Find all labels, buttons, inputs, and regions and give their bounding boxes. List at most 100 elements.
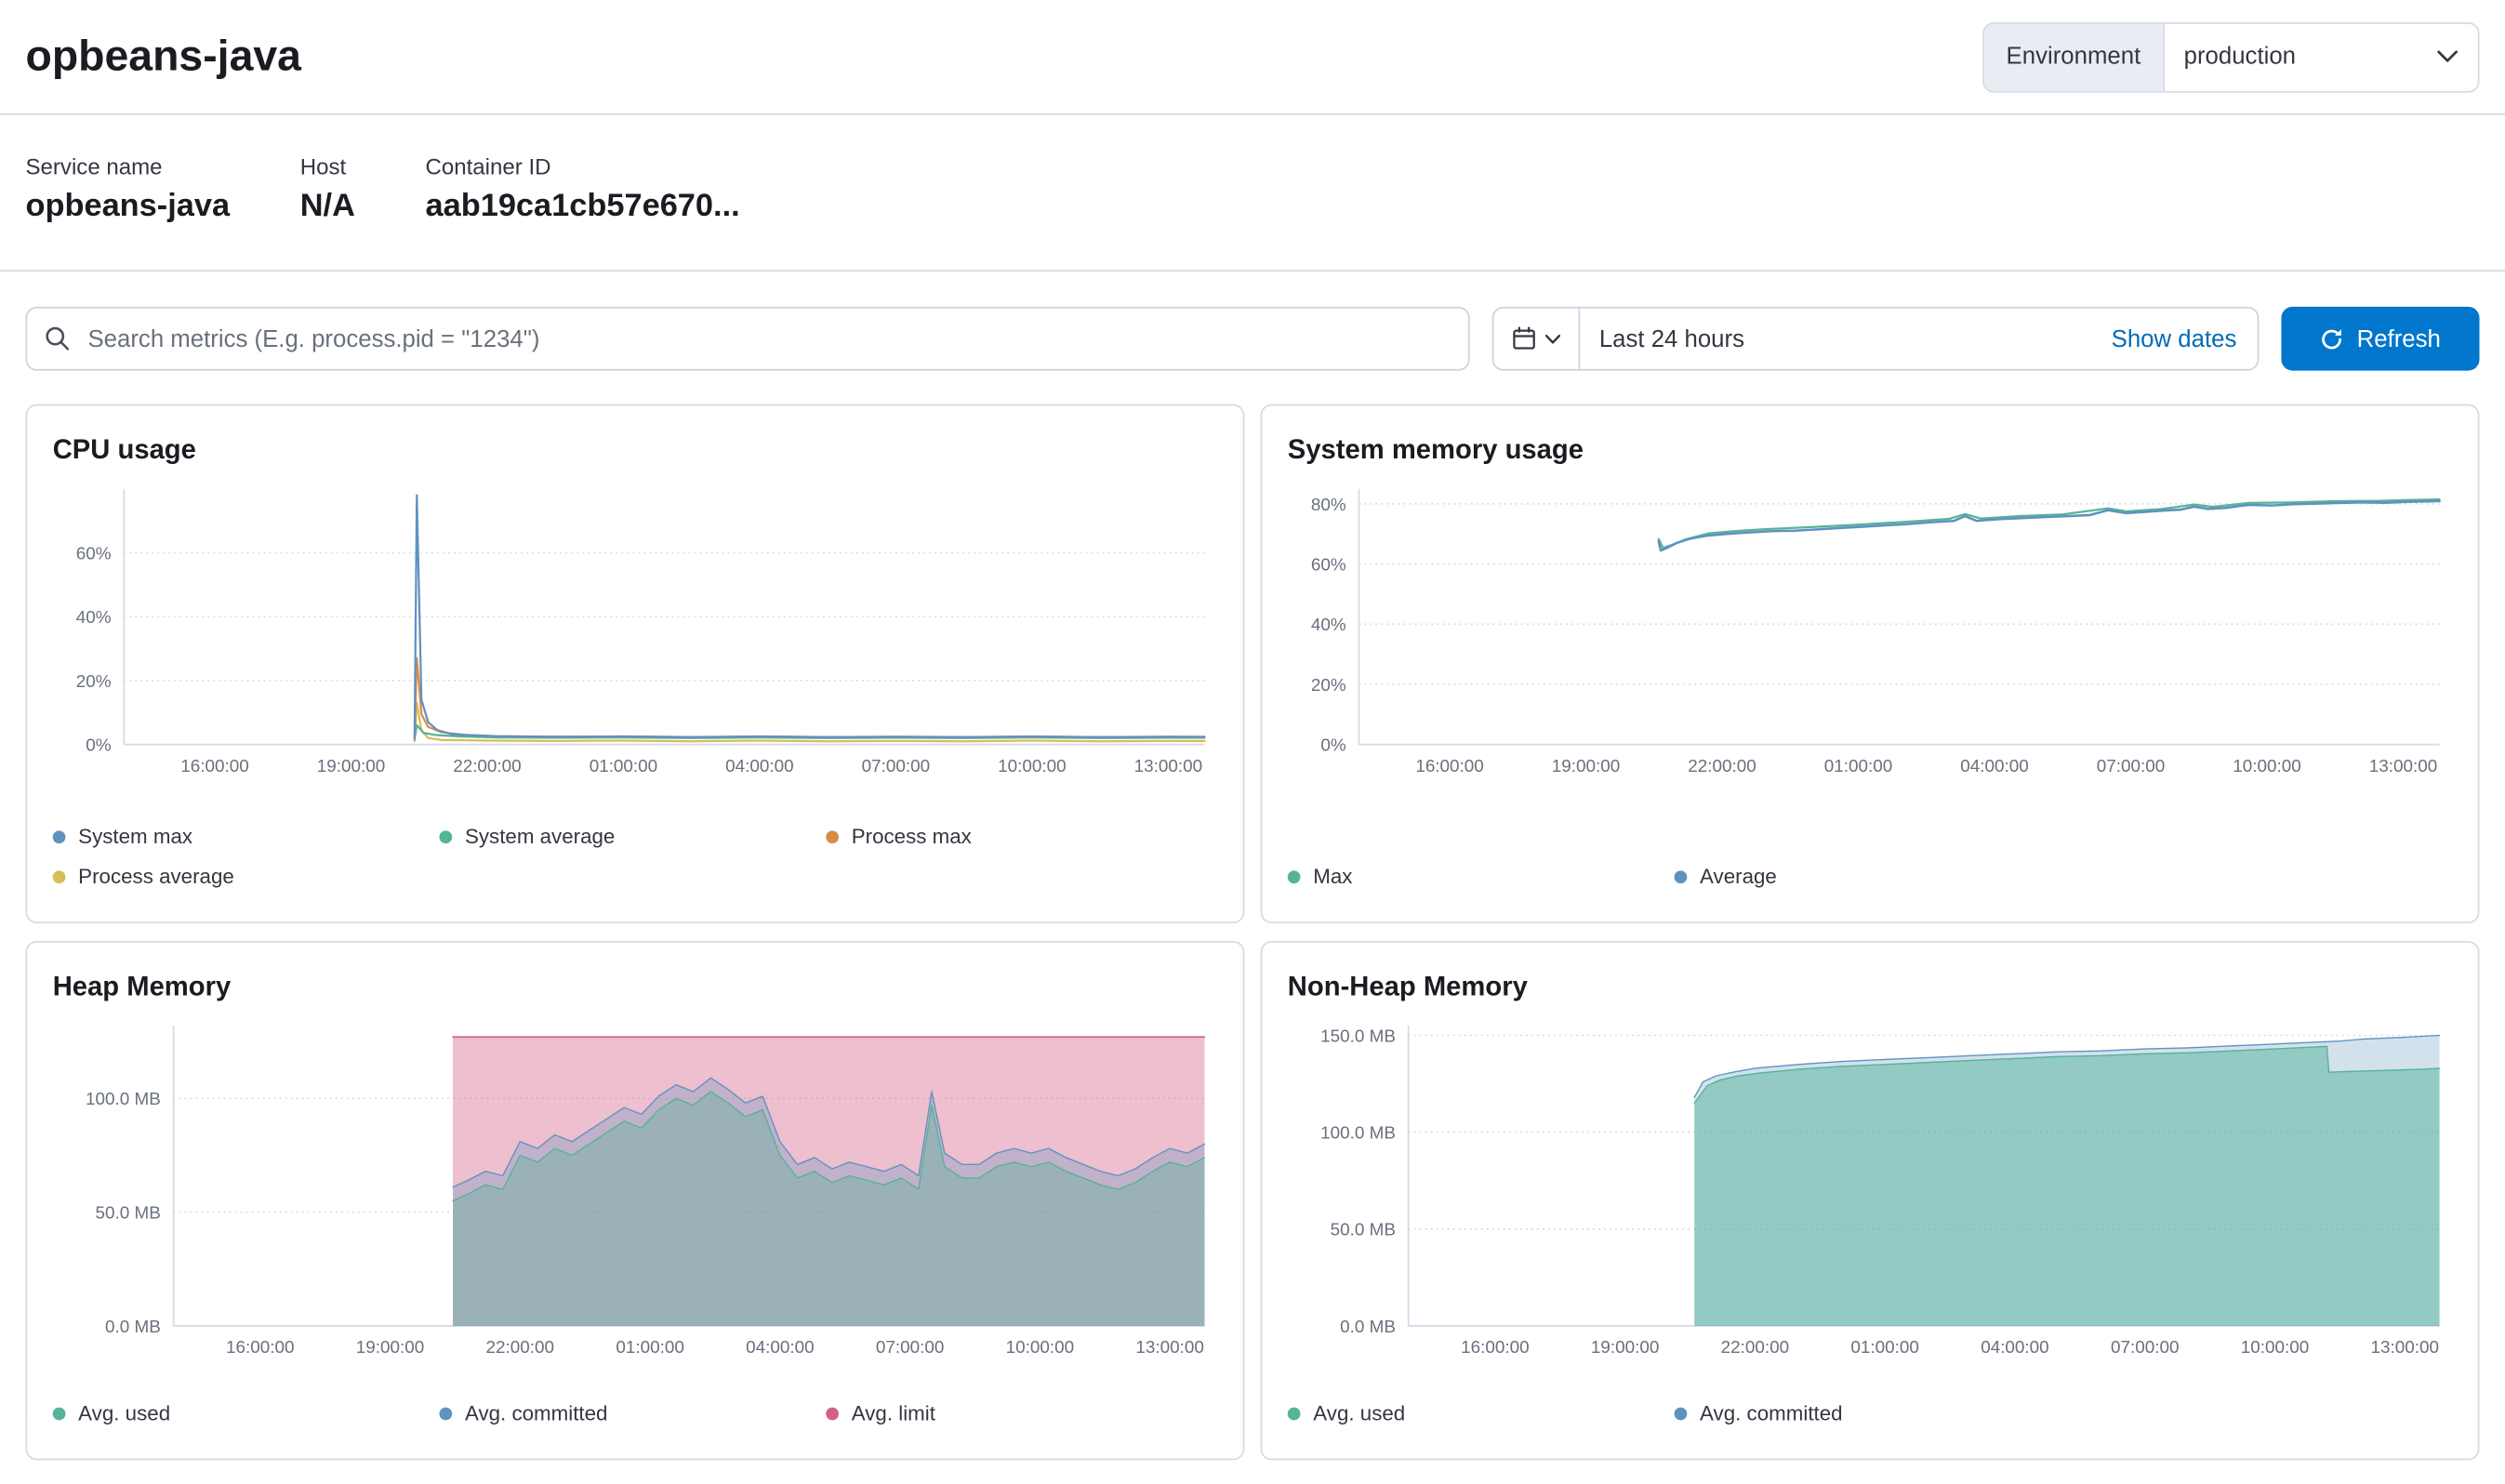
svg-text:04:00:00: 04:00:00 [1981, 1338, 2048, 1358]
svg-text:01:00:00: 01:00:00 [1824, 757, 1892, 776]
service-name-field: Service name opbeans-java [25, 153, 230, 225]
legend-item[interactable]: Avg. used [1288, 1393, 1675, 1433]
svg-text:22:00:00: 22:00:00 [453, 757, 521, 776]
legend-dot [1675, 1407, 1688, 1420]
legend-label: System max [78, 825, 192, 849]
svg-text:01:00:00: 01:00:00 [616, 1338, 683, 1358]
legend-item[interactable]: System max [53, 816, 440, 856]
show-dates-link[interactable]: Show dates [2090, 325, 2257, 352]
legend-dot [439, 1407, 452, 1420]
svg-text:13:00:00: 13:00:00 [2369, 757, 2437, 776]
container-id-field: Container ID aab19ca1cb57e670... [425, 153, 739, 225]
svg-text:50.0 MB: 50.0 MB [1331, 1221, 1396, 1240]
svg-text:60%: 60% [76, 544, 112, 563]
legend-item[interactable]: Process max [826, 816, 1213, 856]
non-heap-memory-chart: 0.0 MB50.0 MB100.0 MB150.0 MB16:00:0019:… [1288, 1016, 2452, 1368]
host-field: Host N/A [300, 153, 355, 225]
heap-memory-chart: 0.0 MB50.0 MB100.0 MB16:00:0019:00:0022:… [53, 1016, 1217, 1368]
legend-label: Process average [78, 864, 234, 888]
svg-text:13:00:00: 13:00:00 [2371, 1338, 2439, 1358]
svg-text:80%: 80% [1311, 496, 1346, 515]
host-label: Host [300, 153, 355, 179]
svg-text:10:00:00: 10:00:00 [1006, 1338, 1074, 1358]
svg-text:0.0 MB: 0.0 MB [1340, 1318, 1396, 1337]
svg-text:19:00:00: 19:00:00 [1591, 1338, 1659, 1358]
heap-memory-panel: Heap Memory 0.0 MB50.0 MB100.0 MB16:00:0… [25, 941, 1244, 1460]
container-id-value: aab19ca1cb57e670... [425, 189, 739, 226]
page-title: opbeans-java [25, 32, 300, 81]
legend-label: System average [465, 825, 615, 849]
chart-legend: Max Average [1288, 856, 2452, 896]
legend-item[interactable]: Avg. limit [826, 1393, 1213, 1433]
panel-title: Non-Heap Memory [1288, 968, 2452, 1006]
panel-title: System memory usage [1288, 431, 2452, 470]
charts-grid: CPU usage 0%20%40%60%16:00:0019:00:0022:… [0, 400, 2505, 1474]
svg-text:19:00:00: 19:00:00 [356, 1338, 424, 1358]
svg-text:100.0 MB: 100.0 MB [1320, 1124, 1396, 1144]
svg-text:20%: 20% [1311, 676, 1346, 696]
svg-text:0%: 0% [1320, 736, 1345, 756]
refresh-icon [2320, 326, 2344, 351]
date-picker: Last 24 hours Show dates [1492, 307, 2260, 371]
environment-select[interactable]: production [2165, 23, 2478, 90]
svg-text:40%: 40% [76, 608, 112, 628]
svg-text:0%: 0% [86, 736, 111, 756]
legend-label: Avg. committed [465, 1401, 608, 1425]
svg-text:01:00:00: 01:00:00 [1850, 1338, 1918, 1358]
legend-dot [1288, 1407, 1301, 1420]
search-metrics-input[interactable] [25, 307, 1469, 371]
host-value: N/A [300, 189, 355, 226]
service-info-bar: Service name opbeans-java Host N/A Conta… [0, 115, 2505, 272]
legend-item[interactable]: Average [1675, 856, 2061, 896]
system-memory-usage-chart: 0%20%40%60%80%16:00:0019:00:0022:00:0001… [1288, 479, 2452, 786]
svg-text:04:00:00: 04:00:00 [746, 1338, 814, 1358]
legend-item[interactable]: Avg. committed [439, 1393, 826, 1433]
svg-text:16:00:00: 16:00:00 [180, 757, 248, 776]
legend-item[interactable]: Max [1288, 856, 1675, 896]
system-memory-usage-panel: System memory usage 0%20%40%60%80%16:00:… [1261, 404, 2480, 923]
page-header: opbeans-java Environment production [0, 0, 2505, 115]
chevron-down-icon [2436, 49, 2459, 63]
legend-dot [826, 830, 839, 843]
page: opbeans-java Environment production Serv… [0, 0, 2505, 1484]
svg-text:19:00:00: 19:00:00 [1552, 757, 1620, 776]
svg-text:01:00:00: 01:00:00 [590, 757, 657, 776]
svg-text:22:00:00: 22:00:00 [486, 1338, 554, 1358]
svg-text:40%: 40% [1311, 616, 1346, 635]
svg-text:07:00:00: 07:00:00 [2111, 1338, 2179, 1358]
svg-text:22:00:00: 22:00:00 [1721, 1338, 1789, 1358]
environment-control: Environment production [1982, 21, 2480, 92]
legend-item[interactable]: Avg. used [53, 1393, 440, 1433]
refresh-label: Refresh [2357, 325, 2441, 352]
legend-label: Avg. committed [1700, 1401, 1843, 1425]
legend-dot [439, 830, 452, 843]
svg-text:20%: 20% [76, 672, 112, 692]
time-range-display[interactable]: Last 24 hours [1580, 325, 2090, 352]
svg-text:16:00:00: 16:00:00 [226, 1338, 294, 1358]
svg-text:07:00:00: 07:00:00 [876, 1338, 944, 1358]
svg-text:04:00:00: 04:00:00 [725, 757, 793, 776]
svg-text:22:00:00: 22:00:00 [1688, 757, 1756, 776]
svg-text:19:00:00: 19:00:00 [317, 757, 385, 776]
svg-text:50.0 MB: 50.0 MB [96, 1204, 161, 1224]
svg-text:10:00:00: 10:00:00 [2233, 757, 2300, 776]
chart-legend: Avg. used Avg. committed Avg. limit [53, 1393, 1217, 1433]
svg-text:10:00:00: 10:00:00 [998, 757, 1066, 776]
legend-dot [53, 1407, 66, 1420]
legend-label: Average [1700, 864, 1777, 888]
search-metrics-box [25, 307, 1469, 371]
legend-item[interactable]: Avg. committed [1675, 1393, 2061, 1433]
legend-item[interactable]: System average [439, 816, 826, 856]
chevron-down-icon [1544, 333, 1560, 344]
service-name-value: opbeans-java [25, 189, 230, 226]
svg-text:13:00:00: 13:00:00 [1135, 1338, 1203, 1358]
legend-dot [1675, 870, 1688, 883]
svg-text:60%: 60% [1311, 555, 1346, 575]
date-quick-select-button[interactable] [1493, 309, 1580, 369]
legend-item[interactable]: Process average [53, 856, 440, 896]
service-name-label: Service name [25, 153, 230, 179]
svg-text:100.0 MB: 100.0 MB [86, 1090, 161, 1109]
svg-text:150.0 MB: 150.0 MB [1320, 1027, 1396, 1046]
refresh-button[interactable]: Refresh [2281, 307, 2479, 371]
legend-dot [1288, 870, 1301, 883]
